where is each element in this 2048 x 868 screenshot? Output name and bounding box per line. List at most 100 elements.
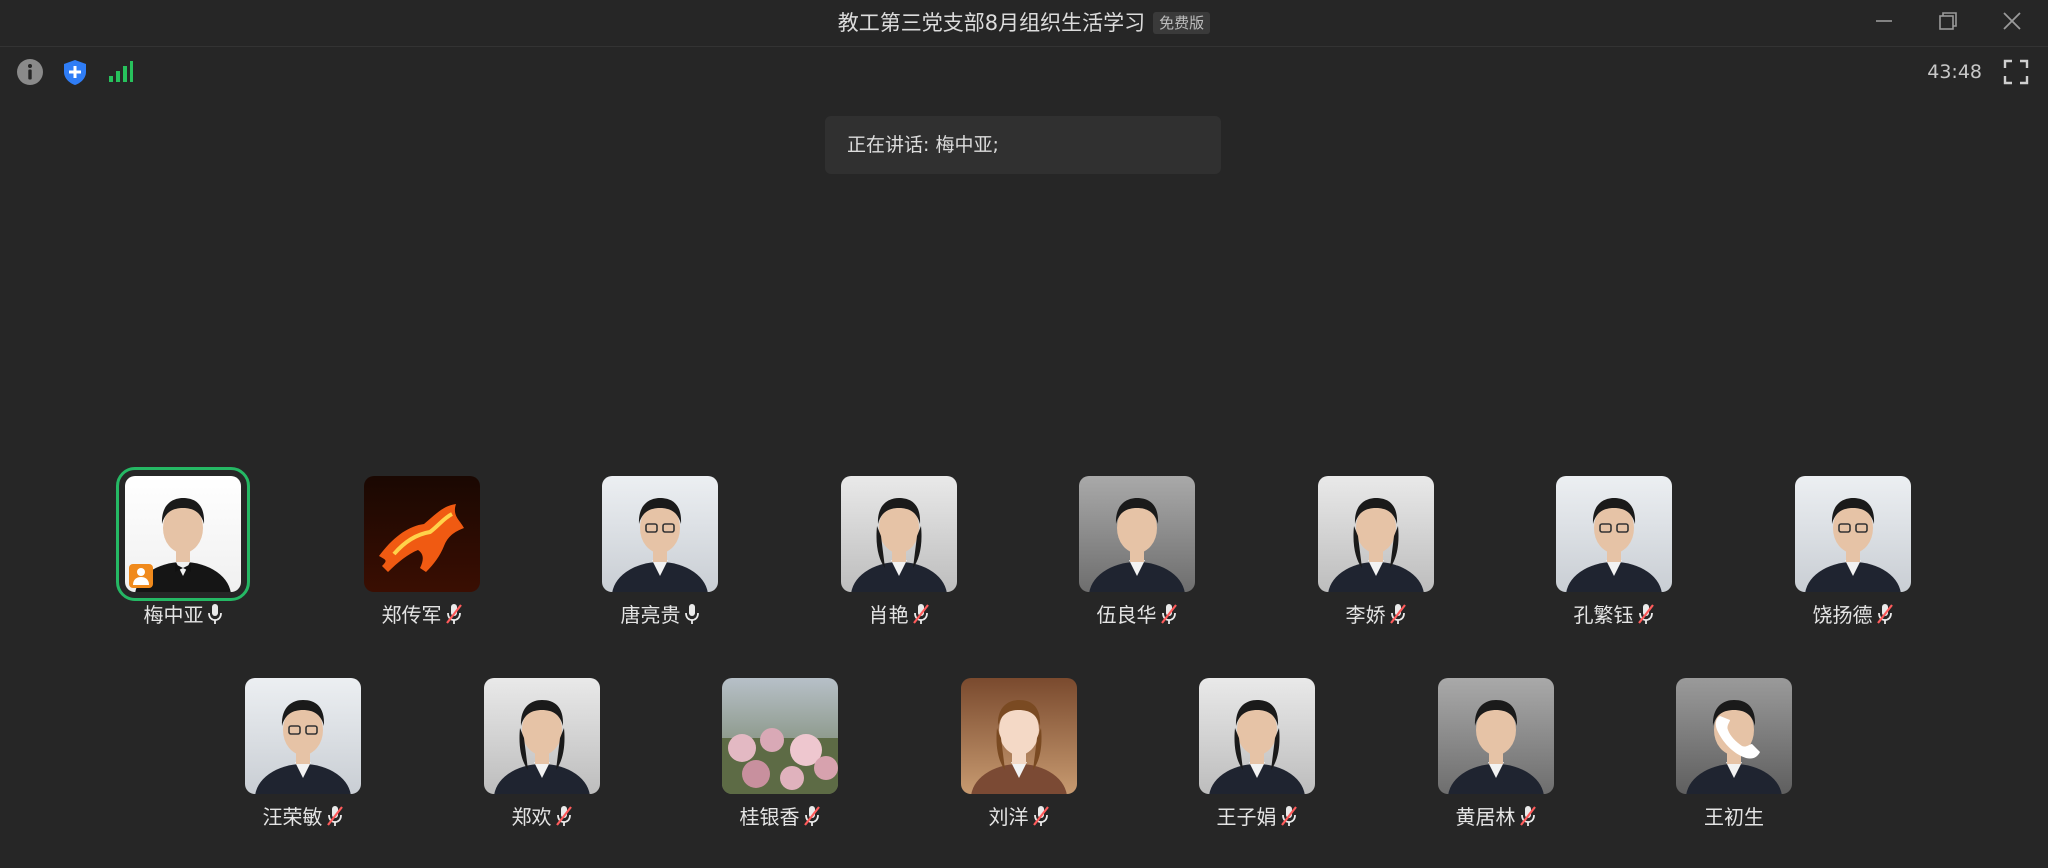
participant-name: 王子娟 (1216, 805, 1277, 829)
microphone-muted-icon (1280, 806, 1297, 826)
participant-tile[interactable]: 汪荣敏 (203, 678, 403, 848)
participant-label: 唐亮贵 (560, 602, 760, 628)
microphone-muted-icon (1389, 604, 1406, 624)
participant-tile[interactable]: 孔繁钰 (1514, 476, 1714, 646)
participant-tile[interactable]: 梅中亚 (83, 467, 283, 646)
fullscreen-icon (2003, 59, 2029, 85)
title-bar: 教工第三党支部8月组织生活学习 免费版 (0, 0, 2048, 47)
participant-tile[interactable]: 唐亮贵 (560, 476, 760, 646)
network-status-button[interactable] (106, 58, 134, 86)
microphone-icon (684, 604, 699, 624)
participant-label: 李娇 (1276, 602, 1476, 628)
minimize-button[interactable] (1868, 8, 1900, 34)
microphone-icon (681, 603, 700, 627)
participant-avatar[interactable] (1199, 678, 1315, 794)
photo-woman-image (484, 678, 600, 794)
participant-avatar[interactable] (364, 476, 480, 592)
participant-tile[interactable]: 郑传军 (322, 476, 522, 646)
microphone-muted-icon (445, 604, 462, 624)
phone-icon (1676, 678, 1792, 794)
participant-label: 孔繁钰 (1514, 602, 1714, 628)
participant-tile[interactable]: 王初生 (1634, 678, 1834, 848)
shield-icon (64, 60, 86, 85)
participant-avatar[interactable] (1795, 476, 1911, 592)
microphone-muted-icon (1873, 603, 1894, 627)
participant-label: 王子娟 (1157, 804, 1357, 830)
participant-avatar[interactable] (602, 476, 718, 592)
participant-name: 唐亮贵 (620, 603, 681, 627)
participant-tile[interactable]: 李娇 (1276, 476, 1476, 646)
participant-name: 黄居林 (1455, 805, 1516, 829)
microphone-muted-icon (803, 806, 820, 826)
security-button[interactable] (61, 58, 89, 86)
participant-avatar[interactable] (484, 678, 600, 794)
participant-name: 肖艳 (868, 603, 909, 627)
participant-name: 汪荣敏 (262, 805, 323, 829)
active-speaker-indicator: 正在讲话: 梅中亚; (825, 116, 1221, 174)
participant-name: 孔繁钰 (1573, 603, 1634, 627)
microphone-icon (207, 604, 222, 624)
illustration-woman-image (961, 678, 1077, 794)
participant-name: 桂银香 (739, 805, 800, 829)
participant-label: 郑传军 (322, 602, 522, 628)
fire-horse-image (364, 476, 480, 592)
close-button[interactable] (1996, 8, 2028, 34)
participant-name: 郑欢 (511, 805, 552, 829)
photo-woman-image (1318, 476, 1434, 592)
participant-name: 王初生 (1704, 805, 1764, 829)
participant-tile[interactable]: 黄居林 (1396, 678, 1596, 848)
participant-name: 李娇 (1345, 603, 1386, 627)
landscape-blossom-image (722, 678, 838, 794)
microphone-muted-icon (1519, 806, 1536, 826)
fullscreen-button[interactable] (2002, 58, 2030, 86)
participant-avatar[interactable] (1556, 476, 1672, 592)
info-button[interactable] (16, 58, 44, 86)
participant-tile[interactable]: 桂银香 (680, 678, 880, 848)
participant-avatar[interactable] (722, 678, 838, 794)
participant-label: 汪荣敏 (203, 804, 403, 830)
photo-man-glasses-image (245, 678, 361, 794)
participant-tile[interactable]: 刘洋 (919, 678, 1119, 848)
photo-woman-image (841, 476, 957, 592)
signal-strength-icon (109, 61, 133, 82)
participant-avatar[interactable] (841, 476, 957, 592)
microphone-muted-icon (1516, 805, 1537, 829)
participant-name: 梅中亚 (143, 603, 204, 627)
close-icon (2003, 12, 2021, 30)
participant-avatar[interactable] (1318, 476, 1434, 592)
participant-name: 饶扬德 (1812, 603, 1873, 627)
microphone-muted-icon (326, 806, 343, 826)
microphone-muted-icon (909, 603, 930, 627)
microphone-muted-icon (1277, 805, 1298, 829)
participant-avatar[interactable] (1079, 476, 1195, 592)
info-icon (17, 59, 43, 85)
participant-avatar[interactable] (1438, 678, 1554, 794)
minimize-icon (1876, 20, 1892, 22)
participant-avatar[interactable] (116, 467, 250, 601)
active-speaker-text: 正在讲话: 梅中亚; (847, 134, 999, 156)
participant-name: 刘洋 (988, 805, 1029, 829)
microphone-muted-icon (1634, 603, 1655, 627)
participant-label: 刘洋 (919, 804, 1119, 830)
participant-tile[interactable]: 伍良华 (1037, 476, 1237, 646)
microphone-muted-icon (1876, 604, 1893, 624)
microphone-muted-icon (552, 805, 573, 829)
microphone-muted-icon (1160, 604, 1177, 624)
restore-button[interactable] (1932, 8, 1964, 34)
microphone-muted-icon (1029, 805, 1050, 829)
photo-man-suit-image (1438, 678, 1554, 794)
microphone-muted-icon (1386, 603, 1407, 627)
microphone-muted-icon (1157, 603, 1178, 627)
participant-tile[interactable]: 肖艳 (799, 476, 999, 646)
microphone-muted-icon (1637, 604, 1654, 624)
participant-avatar[interactable] (961, 678, 1077, 794)
microphone-muted-icon (912, 604, 929, 624)
participant-label: 肖艳 (799, 602, 999, 628)
participant-tile[interactable]: 饶扬德 (1753, 476, 1953, 646)
photo-man-glasses-image (1795, 476, 1911, 592)
meeting-title: 教工第三党支部8月组织生活学习 (837, 11, 1146, 35)
participant-tile[interactable]: 郑欢 (442, 678, 642, 848)
participant-avatar[interactable] (1676, 678, 1792, 794)
participant-tile[interactable]: 王子娟 (1157, 678, 1357, 848)
participant-avatar[interactable] (245, 678, 361, 794)
